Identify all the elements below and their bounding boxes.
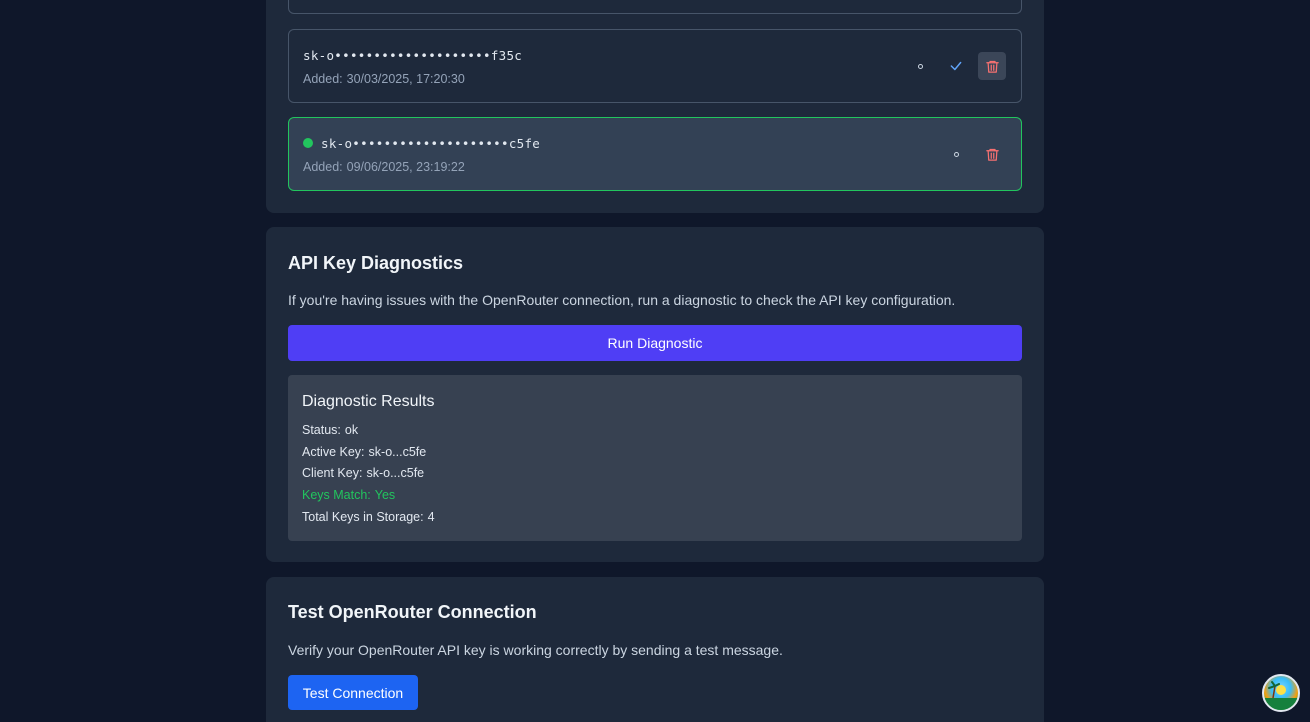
floating-avatar-button[interactable] — [1262, 674, 1300, 712]
delete-key-button[interactable] — [978, 52, 1006, 80]
result-value: ok — [344, 423, 359, 437]
diagnostic-results-panel: Diagnostic Results Status: ok Active Key:… — [288, 375, 1022, 541]
api-key-row-active: sk-o••••••••••••••••••••c5fe Added: 09/06… — [288, 117, 1022, 191]
api-key-row-partial — [288, 0, 1022, 14]
run-diagnostic-button[interactable]: Run Diagnostic — [288, 325, 1022, 361]
result-label: Keys Match: — [302, 488, 371, 502]
result-client-key: Client Key: sk-o...c5fe — [302, 466, 424, 480]
result-active-key: Active Key: sk-o...c5fe — [302, 445, 426, 459]
result-label: Active Key: — [302, 445, 365, 459]
added-date: 09/06/2025, 23:19:22 — [346, 160, 465, 174]
trash-icon — [985, 60, 999, 73]
added-label: Added: — [303, 160, 343, 174]
key-options-button[interactable] — [942, 140, 970, 168]
result-value: Yes — [374, 488, 396, 502]
set-active-key-button[interactable] — [942, 52, 970, 80]
check-icon — [950, 61, 962, 71]
beach-avatar-icon — [1264, 681, 1298, 710]
added-date: 30/03/2025, 17:20:30 — [346, 72, 465, 86]
diagnostics-description: If you're having issues with the OpenRou… — [288, 292, 956, 308]
result-keys-match: Keys Match: Yes — [302, 488, 395, 502]
test-connection-description: Verify your OpenRouter API key is workin… — [288, 642, 783, 658]
diagnostics-title: API Key Diagnostics — [288, 253, 464, 273]
result-total-keys: Total Keys in Storage: 4 — [302, 510, 435, 524]
api-keys-card: sk-o••••••••••••••••••••f35c Added: 30/03… — [266, 0, 1044, 213]
test-connection-card: Test OpenRouter Connection Verify your O… — [266, 577, 1044, 722]
added-label: Added: — [303, 72, 343, 86]
api-key-added: Added: 09/06/2025, 23:19:22 — [303, 160, 465, 174]
result-label: Total Keys in Storage: — [302, 510, 424, 524]
api-key-value: sk-o••••••••••••••••••••c5fe — [321, 136, 541, 151]
trash-icon — [985, 148, 999, 161]
test-connection-button[interactable]: Test Connection — [288, 675, 418, 710]
result-value: sk-o...c5fe — [368, 445, 427, 459]
delete-key-button[interactable] — [978, 140, 1006, 168]
result-label: Status: — [302, 423, 341, 437]
diagnostic-results-title: Diagnostic Results — [302, 393, 435, 410]
api-key-row: sk-o••••••••••••••••••••f35c Added: 30/03… — [288, 29, 1022, 103]
result-value: sk-o...c5fe — [366, 466, 425, 480]
active-status-dot — [303, 138, 313, 148]
ring-dot-icon — [917, 63, 923, 69]
result-label: Client Key: — [302, 466, 363, 480]
test-connection-title: Test OpenRouter Connection — [288, 602, 537, 622]
ring-dot-icon — [953, 151, 959, 157]
api-key-added: Added: 30/03/2025, 17:20:30 — [303, 72, 465, 86]
api-key-diagnostics-card: API Key Diagnostics If you're having iss… — [266, 227, 1044, 562]
key-options-button[interactable] — [906, 52, 934, 80]
api-key-value: sk-o••••••••••••••••••••f35c — [303, 48, 523, 63]
result-value: 4 — [427, 510, 435, 524]
result-status: Status: ok — [302, 423, 358, 437]
